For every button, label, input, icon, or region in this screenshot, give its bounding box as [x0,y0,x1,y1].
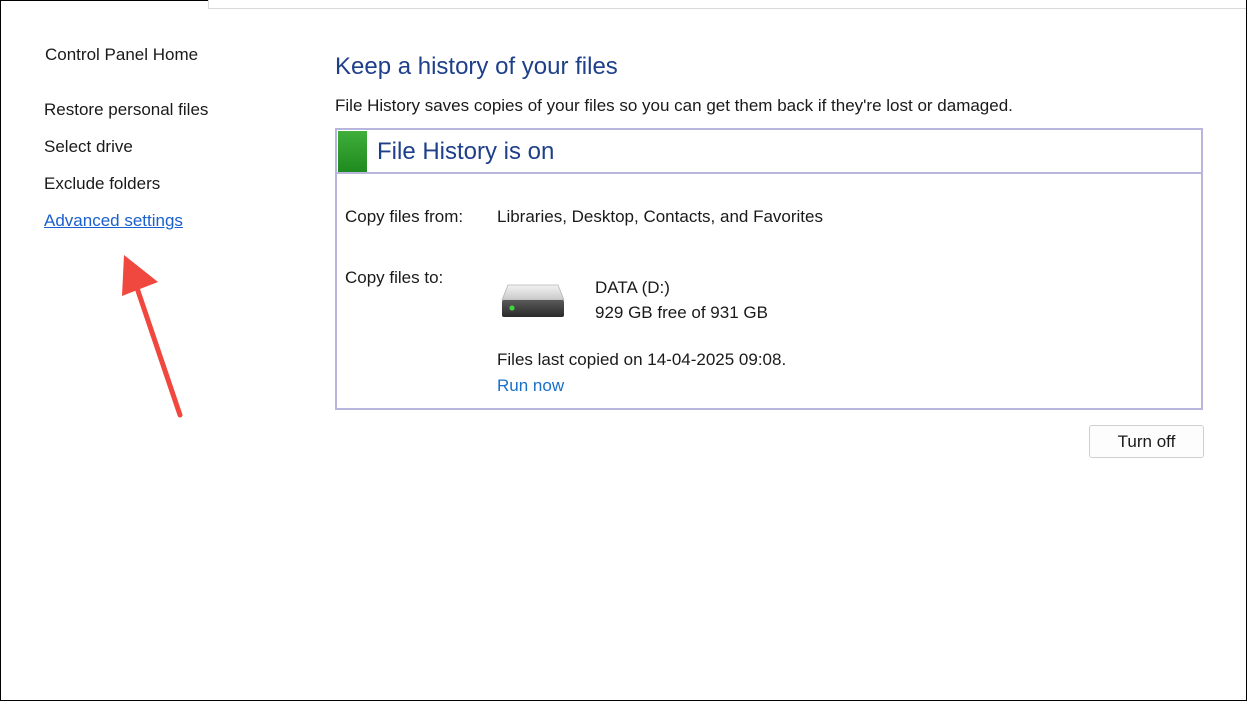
status-title: File History is on [377,138,555,165]
turn-off-button[interactable]: Turn off [1089,425,1204,458]
drive-space: 929 GB free of 931 GB [595,303,768,322]
file-history-status-panel: File History is on Copy files from: Libr… [335,128,1203,410]
sidebar-item-advanced-settings[interactable]: Advanced settings [44,211,183,231]
copy-from-label: Copy files from: [345,207,464,226]
sidebar-control-panel-home[interactable]: Control Panel Home [45,45,198,65]
copy-from-value: Libraries, Desktop, Contacts, and Favori… [497,207,823,226]
drive-name: DATA (D:) [595,278,670,297]
status-indicator [338,131,367,172]
top-strip [208,0,1246,9]
run-now-link[interactable]: Run now [497,376,564,396]
sidebar-item-select-drive[interactable]: Select drive [44,137,133,157]
sidebar-item-exclude-folders[interactable]: Exclude folders [44,174,160,194]
page-title: Keep a history of your files [335,53,618,80]
hard-drive-icon [501,284,565,317]
status-header: File History is on [337,130,1201,174]
red-arrow-icon [122,255,183,418]
page-description: File History saves copies of your files … [335,96,1013,115]
last-copied-text: Files last copied on 14-04-2025 09:08. [497,350,787,369]
sidebar-item-restore-personal-files[interactable]: Restore personal files [44,100,208,120]
copy-to-label: Copy files to: [345,268,444,287]
